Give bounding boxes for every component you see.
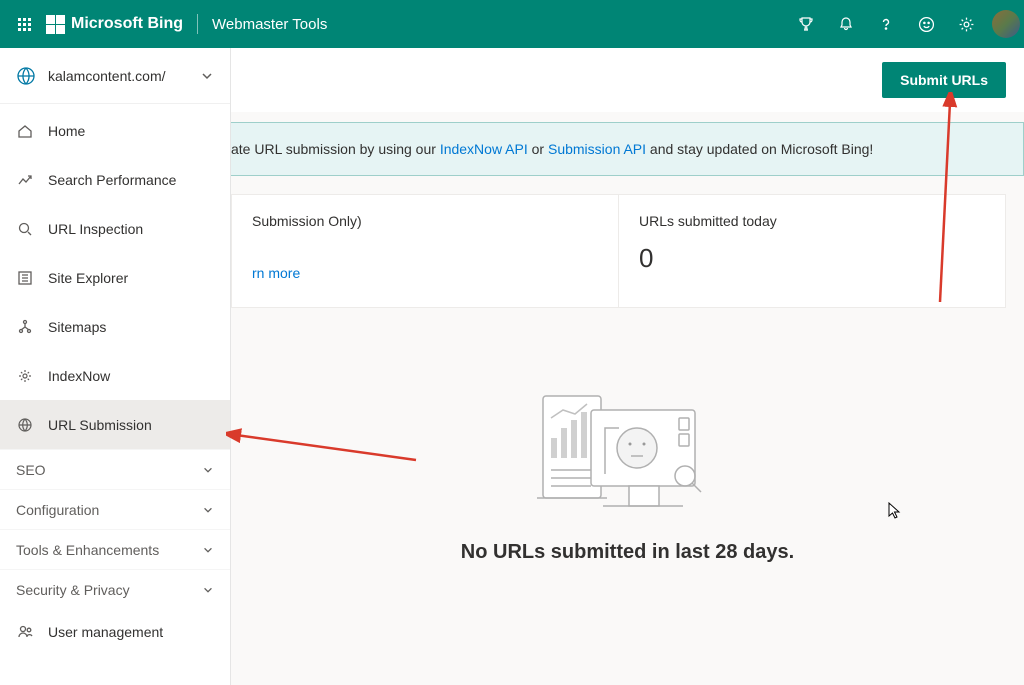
app-header: Microsoft Bing Webmaster Tools — [0, 0, 1024, 48]
empty-illustration-icon — [533, 378, 723, 518]
nav-group-configuration[interactable]: Configuration — [0, 489, 230, 529]
search-icon — [16, 221, 34, 237]
gear-icon — [16, 368, 34, 384]
nav-url-submission[interactable]: URL Submission — [0, 400, 230, 449]
chevron-down-icon — [202, 544, 214, 556]
divider — [197, 14, 198, 34]
site-picker[interactable]: kalamcontent.com/ — [0, 48, 230, 104]
list-icon — [16, 270, 34, 286]
chevron-down-icon — [202, 504, 214, 516]
chevron-down-icon — [202, 584, 214, 596]
card-quota: Submission Only) rn more — [232, 195, 618, 307]
trend-icon — [16, 172, 34, 188]
nav-label: Sitemaps — [48, 319, 106, 335]
bell-icon[interactable] — [826, 0, 866, 48]
learn-more-link[interactable]: rn more — [252, 265, 598, 281]
card-title: URLs submitted today — [639, 213, 985, 229]
nav-label: IndexNow — [48, 368, 110, 384]
nav: Home Search Performance URL Inspection S… — [0, 104, 230, 655]
card-title: Submission Only) — [252, 213, 598, 229]
sidebar: kalamcontent.com/ Home Search Performanc… — [0, 48, 231, 685]
home-icon — [16, 123, 34, 139]
info-banner: ate URL submission by using our IndexNow… — [231, 122, 1024, 176]
card-value: 0 — [639, 243, 985, 274]
group-label: Security & Privacy — [16, 582, 130, 598]
globe-icon — [16, 417, 34, 433]
group-label: Tools & Enhancements — [16, 542, 159, 558]
group-label: SEO — [16, 462, 46, 478]
brand-text: Microsoft Bing — [71, 15, 183, 33]
main-content: Submit URLs ate URL submission by using … — [231, 48, 1024, 685]
nav-group-security[interactable]: Security & Privacy — [0, 569, 230, 609]
indexnow-api-link[interactable]: IndexNow API — [440, 141, 528, 157]
empty-state: No URLs submitted in last 28 days. — [231, 308, 1024, 564]
nav-group-tools[interactable]: Tools & Enhancements — [0, 529, 230, 569]
nav-label: URL Submission — [48, 417, 152, 433]
feedback-smile-icon[interactable] — [906, 0, 946, 48]
trophy-icon[interactable] — [786, 0, 826, 48]
submit-urls-button[interactable]: Submit URLs — [882, 62, 1006, 98]
page-toolbar: Submit URLs — [231, 48, 1024, 112]
banner-text: or — [528, 141, 548, 157]
nav-url-inspection[interactable]: URL Inspection — [0, 204, 230, 253]
nav-indexnow[interactable]: IndexNow — [0, 351, 230, 400]
nav-label: Home — [48, 123, 85, 139]
banner-text: ate URL submission by using our — [231, 141, 440, 157]
user-icon — [16, 624, 34, 640]
nav-label: Site Explorer — [48, 270, 128, 286]
banner-text: and stay updated on Microsoft Bing! — [646, 141, 873, 157]
chevron-down-icon — [202, 464, 214, 476]
user-avatar[interactable] — [992, 10, 1020, 38]
card-submitted-today: URLs submitted today 0 — [618, 195, 1005, 307]
settings-gear-icon[interactable] — [946, 0, 986, 48]
globe-icon — [16, 66, 36, 86]
sitemap-icon — [16, 319, 34, 335]
nav-sitemaps[interactable]: Sitemaps — [0, 302, 230, 351]
brand-logo[interactable]: Microsoft Bing — [46, 15, 183, 34]
nav-home[interactable]: Home — [0, 106, 230, 155]
nav-label: URL Inspection — [48, 221, 143, 237]
nav-user-management[interactable]: User management — [0, 609, 230, 655]
nav-search-performance[interactable]: Search Performance — [0, 155, 230, 204]
nav-group-seo[interactable]: SEO — [0, 449, 230, 489]
app-launcher-icon[interactable] — [8, 0, 40, 48]
nav-label: User management — [48, 624, 163, 640]
help-icon[interactable] — [866, 0, 906, 48]
group-label: Configuration — [16, 502, 99, 518]
site-name: kalamcontent.com/ — [48, 68, 188, 84]
nav-label: Search Performance — [48, 172, 176, 188]
tool-title: Webmaster Tools — [212, 16, 327, 33]
submission-api-link[interactable]: Submission API — [548, 141, 646, 157]
nav-site-explorer[interactable]: Site Explorer — [0, 253, 230, 302]
summary-cards: Submission Only) rn more URLs submitted … — [231, 194, 1006, 308]
microsoft-logo-icon — [46, 15, 65, 34]
empty-state-text: No URLs submitted in last 28 days. — [231, 541, 1024, 564]
chevron-down-icon — [200, 69, 214, 83]
